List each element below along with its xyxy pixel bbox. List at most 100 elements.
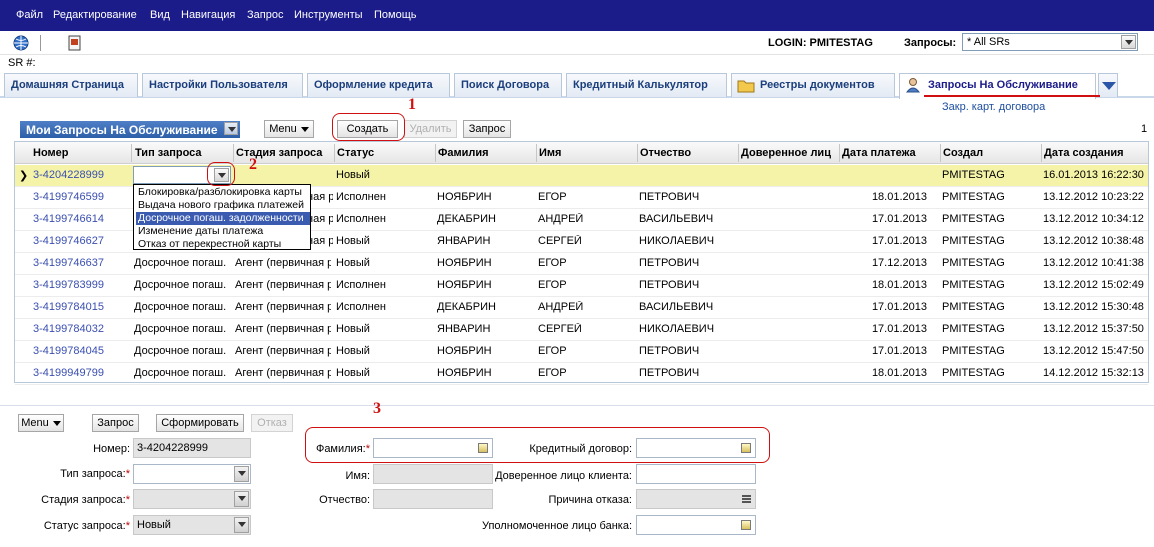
menu-query[interactable]: Запрос: [247, 9, 283, 21]
globe-icon[interactable]: [12, 34, 30, 52]
column-header-trustee[interactable]: Доверенное лиц: [741, 147, 837, 159]
cell-firstname: ЕГОР: [538, 345, 567, 357]
cell-created-by: PMITESTAG: [942, 345, 1005, 357]
menu-help[interactable]: Помощь: [374, 9, 417, 21]
cell-number[interactable]: 3-4199784045: [33, 345, 129, 357]
column-header-created-by[interactable]: Создал: [943, 147, 1039, 159]
delete-button[interactable]: Удалить: [404, 120, 457, 138]
dropdown-option-selected[interactable]: Досрочное погаш. задолженности: [136, 212, 310, 225]
column-separator: [637, 144, 638, 162]
contract-card-link[interactable]: Закр. карт. договора: [942, 101, 1045, 113]
menu-tools[interactable]: Инструменты: [294, 9, 363, 21]
dropdown-option[interactable]: Выдача нового графика платежей: [136, 199, 310, 212]
column-header-created-date[interactable]: Дата создания: [1044, 147, 1144, 159]
cell-number[interactable]: 3-4199949799: [33, 367, 129, 379]
cell-number[interactable]: 3-4204228999: [33, 169, 129, 181]
cell-firstname: АНДРЕЙ: [538, 213, 584, 225]
cell-number[interactable]: 3-4199746637: [33, 257, 129, 269]
grid-header: Номер Тип запроса Стадия запроса Статус …: [15, 142, 1148, 164]
column-header-status[interactable]: Статус: [337, 147, 433, 159]
tabs-more-button[interactable]: [1098, 73, 1118, 97]
cell-created-date: 13.12.2012 15:37:50: [1043, 323, 1144, 335]
table-row[interactable]: 3-4199783999 Досрочное погаш. Агент (перви…: [15, 275, 1148, 297]
cell-number[interactable]: 3-4199783999: [33, 279, 129, 291]
chevron-down-icon[interactable]: [234, 466, 249, 482]
tab-home[interactable]: Домашняя Страница: [4, 73, 138, 97]
dropdown-option[interactable]: Изменение даты платежа: [136, 225, 310, 238]
dropdown-option[interactable]: Блокировка/разблокировка карты: [136, 186, 310, 199]
cell-payment-date: 18.01.2013: [871, 191, 927, 203]
list-menu-button[interactable]: Menu: [264, 120, 314, 138]
pick-icon[interactable]: [741, 520, 751, 530]
tab-credit-calculator[interactable]: Кредитный Калькулятор: [566, 73, 727, 97]
document-icon[interactable]: [66, 34, 84, 52]
menu-navigation[interactable]: Навигация: [181, 9, 235, 21]
status-select[interactable]: Новый: [133, 515, 251, 535]
tab-document-registers-label: Реестры документов: [760, 79, 875, 91]
column-header-patronymic[interactable]: Отчество: [640, 147, 736, 159]
trustee-field[interactable]: [636, 464, 756, 484]
cell-created-by: PMITESTAG: [942, 235, 1005, 247]
cell-patronymic: ПЕТРОВИЧ: [639, 279, 700, 291]
cell-firstname: ЕГОР: [538, 367, 567, 379]
table-row[interactable]: 3-4199784032 Досрочное погаш. Агент (перви…: [15, 319, 1148, 341]
tab-user-settings[interactable]: Настройки Пользователя: [142, 73, 303, 97]
dropdown-option[interactable]: Отказ от перекрестной карты: [136, 238, 310, 251]
cell-number[interactable]: 3-4199746627: [33, 235, 129, 247]
stage-label-text: Стадия запроса:: [41, 494, 126, 506]
cell-lastname: НОЯБРИН: [437, 191, 492, 203]
column-header-lastname[interactable]: Фамилия: [438, 147, 534, 159]
menu-file[interactable]: Файл: [16, 9, 43, 21]
list-title-select[interactable]: Мои Запросы На Обслуживание: [20, 121, 240, 138]
form-query-button[interactable]: Запрос: [92, 414, 139, 432]
generate-button[interactable]: Сформировать: [156, 414, 244, 432]
annotation-box-3: [305, 427, 770, 463]
menu-view[interactable]: Вид: [150, 9, 170, 21]
table-row[interactable]: 3-4199746637 Досрочное погаш. Агент (перви…: [15, 253, 1148, 275]
menu-edit[interactable]: Редактирование: [53, 9, 137, 21]
status-value: Новый: [137, 519, 171, 531]
chevron-down-icon[interactable]: [1121, 35, 1136, 49]
cell-patronymic: НИКОЛАЕВИЧ: [639, 323, 715, 335]
tab-document-registers[interactable]: Реестры документов: [731, 73, 895, 97]
cell-patronymic: ВАСИЛЬЕВИЧ: [639, 213, 714, 225]
column-header-firstname[interactable]: Имя: [539, 147, 635, 159]
query-button[interactable]: Запрос: [463, 120, 511, 138]
table-row[interactable]: 3-4199784045 Досрочное погаш. Агент (перви…: [15, 341, 1148, 363]
chevron-down-icon[interactable]: [234, 517, 249, 533]
cell-status: Новый: [336, 169, 370, 181]
number-label: Номер:: [93, 443, 130, 455]
column-header-type[interactable]: Тип запроса: [135, 147, 231, 159]
list-icon[interactable]: [742, 495, 751, 503]
column-header-payment-date[interactable]: Дата платежа: [842, 147, 938, 159]
type-label: Тип запроса:*: [10, 468, 130, 480]
form-menu-button[interactable]: Menu: [18, 414, 64, 432]
cell-number[interactable]: 3-4199746614: [33, 213, 129, 225]
chevron-down-icon[interactable]: [234, 491, 249, 507]
cell-created-date: 13.12.2012 15:02:49: [1043, 279, 1144, 291]
column-separator: [435, 144, 436, 162]
cell-number[interactable]: 3-4199746599: [33, 191, 129, 203]
table-row[interactable]: 3-4199784015 Досрочное погаш. Агент (перви…: [15, 297, 1148, 319]
column-separator: [940, 144, 941, 162]
cell-created-date: 14.12.2012 15:32:13: [1043, 367, 1144, 379]
cell-lastname: НОЯБРИН: [437, 279, 492, 291]
cell-firstname: СЕРГЕЙ: [538, 235, 582, 247]
cell-patronymic: ПЕТРОВИЧ: [639, 257, 700, 269]
table-row[interactable]: 3-4199949799 Досрочное погаш. Агент (перви…: [15, 363, 1148, 385]
column-separator: [1041, 144, 1042, 162]
type-select[interactable]: [133, 464, 251, 484]
queries-select[interactable]: * All SRs: [962, 33, 1138, 51]
column-header-number[interactable]: Номер: [33, 147, 129, 159]
tab-contract-search[interactable]: Поиск Договора: [454, 73, 562, 97]
reject-reason-field[interactable]: [636, 489, 756, 509]
chevron-down-icon[interactable]: [224, 122, 238, 135]
stage-select[interactable]: [133, 489, 251, 509]
cell-number[interactable]: 3-4199784032: [33, 323, 129, 335]
cell-type: Досрочное погаш.: [134, 345, 227, 357]
cell-number[interactable]: 3-4199784015: [33, 301, 129, 313]
bank-representative-field[interactable]: [636, 515, 756, 535]
reject-button[interactable]: Отказ: [251, 414, 293, 432]
cell-patronymic: НИКОЛАЕВИЧ: [639, 235, 715, 247]
tab-credit-application[interactable]: Оформление кредита: [307, 73, 450, 97]
